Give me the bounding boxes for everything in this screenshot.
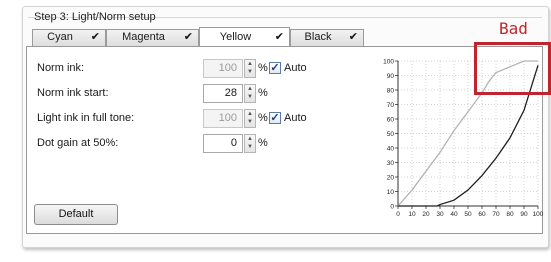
light-ink-full-tone-input[interactable]: 100 — [203, 109, 243, 128]
y-tick-label: 90 — [387, 73, 395, 80]
x-tick-label: 20 — [422, 211, 430, 218]
tab-yellow[interactable]: Yellow ✔ — [199, 27, 290, 46]
light-ink-auto-label: Auto — [284, 112, 307, 124]
x-tick-label: 40 — [450, 211, 458, 218]
norm-ink-input[interactable]: 100 — [203, 59, 243, 78]
norm-ink-start-stepper[interactable]: ▲ ▼ — [244, 84, 256, 103]
y-tick-label: 100 — [383, 59, 394, 66]
dot-gain-row: Dot gain at 50%: 0 ▲ ▼ % — [37, 134, 357, 154]
y-tick-label: 70 — [387, 102, 395, 109]
checkmark-icon: ✔ — [183, 31, 193, 43]
checkmark-icon: ✔ — [274, 31, 284, 43]
tab-black-label: Black — [304, 31, 332, 43]
percent-unit: % — [258, 112, 268, 124]
x-tick-label: 70 — [492, 211, 500, 218]
x-tick-label: 100 — [533, 211, 544, 218]
norm-ink-start-input[interactable]: 28 — [203, 84, 243, 103]
x-tick-label: 80 — [506, 211, 514, 218]
dot-gain-stepper[interactable]: ▲ ▼ — [244, 134, 256, 153]
bad-annotation-box — [474, 42, 551, 95]
percent-unit: % — [258, 62, 268, 74]
tab-yellow-label: Yellow — [219, 31, 252, 43]
norm-ink-start-label: Norm ink start: — [37, 87, 109, 99]
default-button[interactable]: Default — [34, 204, 118, 225]
x-tick-label: 10 — [408, 211, 416, 218]
x-tick-label: 30 — [436, 211, 444, 218]
x-tick-label: 0 — [396, 211, 400, 218]
percent-unit: % — [258, 87, 268, 99]
y-tick-label: 80 — [387, 88, 395, 95]
tab-magenta-label: Magenta — [122, 31, 165, 43]
x-tick-label: 90 — [520, 211, 528, 218]
y-tick-label: 50 — [387, 131, 395, 138]
norm-ink-auto-checkbox[interactable]: ✓ — [269, 62, 281, 74]
y-tick-label: 60 — [387, 117, 395, 124]
checkmark-icon: ✔ — [90, 31, 100, 43]
norm-ink-start-row: Norm ink start: 28 ▲ ▼ % — [37, 84, 357, 104]
norm-ink-label: Norm ink: — [37, 62, 85, 74]
norm-ink-stepper[interactable]: ▲ ▼ — [244, 59, 256, 78]
light-ink-full-tone-stepper[interactable]: ▲ ▼ — [244, 109, 256, 128]
x-tick-label: 60 — [478, 211, 486, 218]
y-tick-label: 20 — [387, 175, 395, 182]
tab-cyan-label: Cyan — [47, 31, 73, 43]
norm-ink-row: Norm ink: 100 ▲ ▼ % ✓ Auto — [37, 59, 357, 79]
dot-gain-label: Dot gain at 50%: — [37, 137, 119, 149]
y-tick-label: 30 — [387, 160, 395, 167]
percent-unit: % — [258, 137, 268, 149]
tab-cyan[interactable]: Cyan ✔ — [32, 29, 106, 46]
step-title: Step 3: Light/Norm setup — [34, 11, 156, 23]
checkmark-icon: ✔ — [348, 31, 358, 43]
light-ink-auto-checkbox[interactable]: ✓ — [269, 112, 281, 124]
tab-magenta[interactable]: Magenta ✔ — [106, 29, 199, 46]
y-tick-label: 40 — [387, 146, 395, 153]
y-tick-label: 10 — [387, 189, 395, 196]
bad-annotation-label: Bad — [499, 19, 528, 38]
norm-ink-auto-label: Auto — [284, 62, 307, 74]
light-ink-full-tone-row: Light ink in full tone: 100 ▲ ▼ % ✓ Auto — [37, 109, 357, 129]
x-tick-label: 50 — [464, 211, 472, 218]
light-ink-full-tone-label: Light ink in full tone: — [37, 112, 135, 124]
y-tick-label: 0 — [390, 204, 394, 211]
tab-black[interactable]: Black ✔ — [290, 29, 364, 46]
dot-gain-input[interactable]: 0 — [203, 134, 243, 153]
